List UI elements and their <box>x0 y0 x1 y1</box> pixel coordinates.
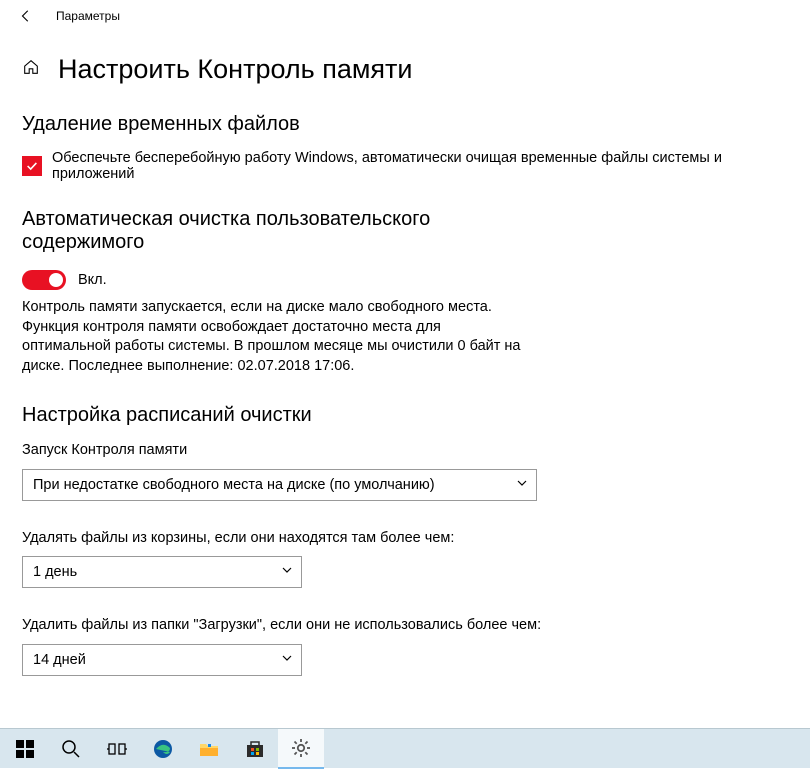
gear-icon <box>290 737 312 759</box>
section-auto-title: Автоматическая очистка пользовательского… <box>22 208 542 254</box>
taskbar <box>0 728 810 768</box>
auto-cleanup-toggle[interactable] <box>22 270 66 290</box>
back-button[interactable] <box>8 0 44 32</box>
downloads-value: 14 дней <box>33 652 86 668</box>
chevron-down-icon <box>516 477 528 493</box>
edge-button[interactable] <box>140 729 186 769</box>
titlebar-label: Параметры <box>44 9 120 23</box>
start-button[interactable] <box>2 729 48 769</box>
home-icon[interactable] <box>22 58 40 81</box>
run-storage-sense-dropdown[interactable]: При недостатке свободного места на диске… <box>22 469 537 501</box>
search-icon <box>60 738 82 760</box>
temp-files-checkbox-label: Обеспечьте бесперебойную работу Windows,… <box>52 150 788 182</box>
windows-icon <box>14 738 36 760</box>
edge-icon <box>152 738 174 760</box>
explorer-button[interactable] <box>186 729 232 769</box>
task-view-button[interactable] <box>94 729 140 769</box>
chevron-down-icon <box>281 564 293 580</box>
search-button[interactable] <box>48 729 94 769</box>
folder-icon <box>198 738 220 760</box>
page-title: Настроить Контроль памяти <box>58 54 412 85</box>
recycle-bin-label: Удалять файлы из корзины, если они наход… <box>22 529 562 549</box>
task-view-icon <box>106 738 128 760</box>
recycle-bin-value: 1 день <box>33 564 77 580</box>
downloads-label: Удалить файлы из папки "Загрузки", если … <box>22 616 562 636</box>
section-schedule-title: Настройка расписаний очистки <box>22 404 788 427</box>
page-header: Настроить Контроль памяти <box>0 54 810 85</box>
settings-button[interactable] <box>278 729 324 769</box>
auto-cleanup-toggle-label: Вкл. <box>78 272 107 288</box>
temp-files-checkbox[interactable] <box>22 156 42 176</box>
auto-cleanup-description: Контроль памяти запускается, если на дис… <box>22 298 532 376</box>
downloads-dropdown[interactable]: 14 дней <box>22 644 302 676</box>
checkmark-icon <box>25 159 39 173</box>
store-button[interactable] <box>232 729 278 769</box>
run-storage-sense-label: Запуск Контроля памяти <box>22 441 562 461</box>
content-area: Удаление временных файлов Обеспечьте бес… <box>0 85 810 676</box>
store-icon <box>244 738 266 760</box>
titlebar: Параметры <box>0 0 810 32</box>
chevron-down-icon <box>281 652 293 668</box>
run-storage-sense-value: При недостатке свободного места на диске… <box>33 477 435 493</box>
arrow-left-icon <box>19 9 33 23</box>
temp-files-checkbox-row: Обеспечьте бесперебойную работу Windows,… <box>22 150 788 182</box>
auto-cleanup-toggle-row: Вкл. <box>22 270 788 290</box>
recycle-bin-dropdown[interactable]: 1 день <box>22 556 302 588</box>
section-temp-title: Удаление временных файлов <box>22 113 788 136</box>
